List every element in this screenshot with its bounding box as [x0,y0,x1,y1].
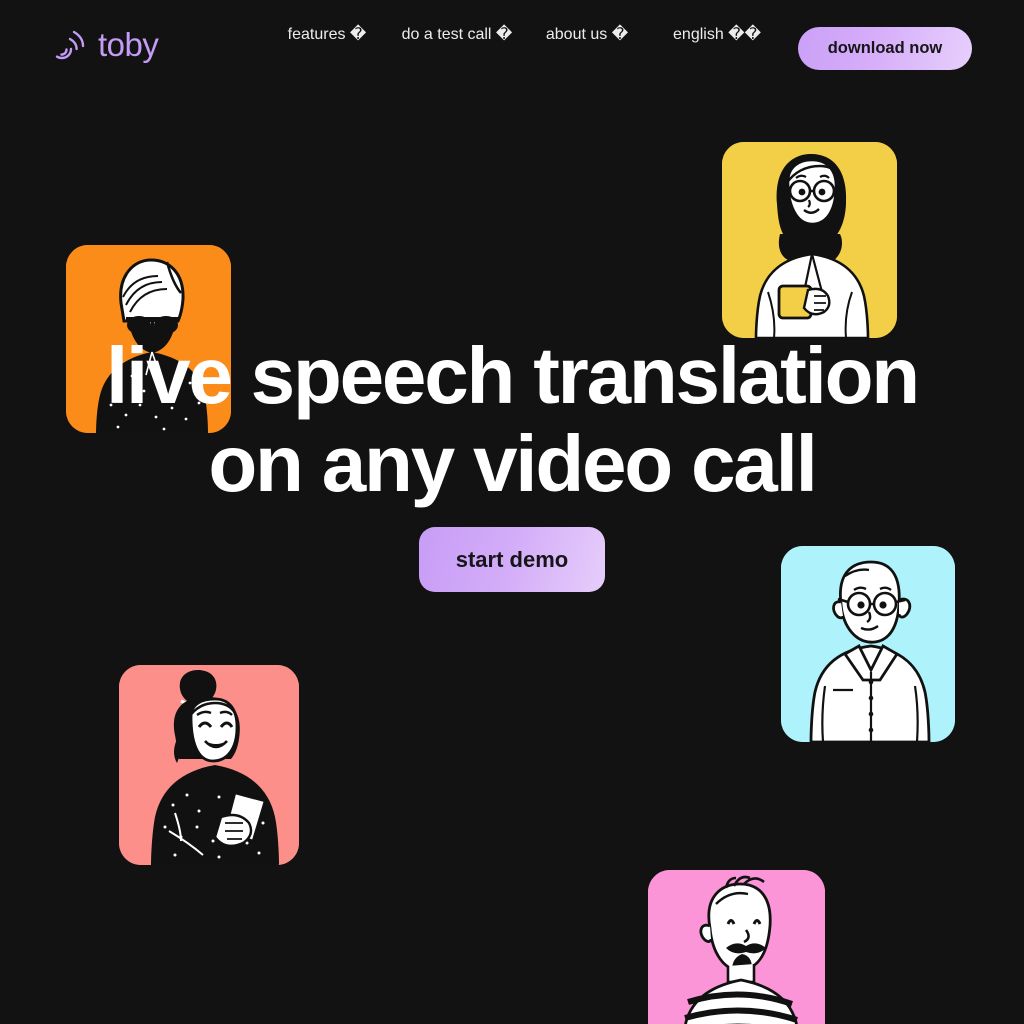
nav-links: features � do a test call � about us � e… [262,26,782,44]
nav-item-features[interactable]: features � [262,26,392,44]
hero-headline-line-1: live speech translation [106,331,920,420]
avatar-card-woman-with-phone [119,665,299,865]
start-demo-button[interactable]: start demo [419,527,605,592]
avatar-card-mustache-man [648,870,825,1024]
brand-name: toby [98,26,159,63]
landing-page: toby features � do a test call � about u… [0,0,1024,1024]
brand-logo[interactable]: toby [52,26,159,63]
download-now-button[interactable]: download now [798,27,972,70]
avatar-card-older-man [781,546,955,742]
avatar-card-hijab-woman [722,142,897,338]
hero-heading: live speech translation on any video cal… [0,331,1024,508]
hero-headline-line-2: on any video call [208,419,817,508]
sound-wave-swirl-icon [52,27,88,63]
nav-item-about-us[interactable]: about us � [522,26,652,44]
nav-item-do-a-test-call[interactable]: do a test call � [392,26,522,44]
top-navigation-bar: toby features � do a test call � about u… [0,0,1024,100]
nav-item-language[interactable]: english �� [652,26,782,44]
